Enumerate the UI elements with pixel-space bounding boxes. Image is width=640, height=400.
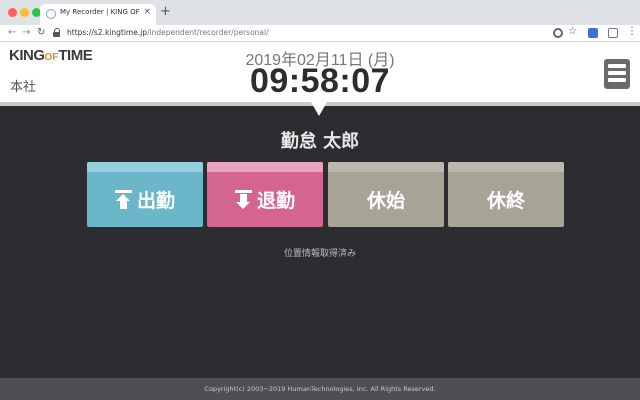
back-icon[interactable]: ←	[8, 27, 16, 39]
break-end-button[interactable]: 休終	[448, 162, 564, 227]
break-start-label: 休始	[366, 190, 405, 212]
hamburger-menu-button[interactable]	[604, 59, 630, 89]
favicon-icon	[46, 9, 56, 19]
url-path: /independent/recorder/personal/	[147, 28, 269, 37]
user-name: 勤怠 太郎	[280, 131, 360, 152]
close-window-button[interactable]	[8, 8, 17, 17]
extension-icon[interactable]	[608, 28, 618, 38]
address-bar: ← → ↻ https://s2.kingtime.jp/independent…	[0, 25, 640, 42]
app-header: KINGOFTIME 本社 2019年02月11日 (月) 09:58:07	[0, 42, 640, 102]
menu-line	[608, 64, 626, 68]
url-field[interactable]: https://s2.kingtime.jp/independent/recor…	[67, 28, 269, 37]
star-icon[interactable]: ☆	[568, 27, 578, 37]
location-status: 位置情報取得済み	[283, 249, 356, 259]
forward-icon[interactable]: →	[22, 27, 30, 39]
browser-tab[interactable]: My Recorder | KING OF TIME ×	[40, 4, 156, 25]
arrow-down-icon	[234, 190, 252, 209]
break-end-label: 休終	[486, 190, 525, 212]
tab-title: My Recorder | KING OF TIME	[60, 8, 142, 16]
current-time: 09:58:07	[249, 62, 391, 100]
clock-in-label: 出勤	[136, 190, 175, 212]
header-pointer	[311, 102, 327, 116]
clock-in-button[interactable]: 出勤	[87, 162, 203, 227]
menu-line	[608, 78, 626, 82]
footer: Copyright(c) 2003−2019 HumanTechnologies…	[0, 378, 640, 400]
clock-out-label: 退勤	[256, 190, 295, 212]
new-tab-button[interactable]: +	[160, 4, 171, 20]
browser-tab-bar: My Recorder | KING OF TIME × +	[0, 0, 640, 25]
minimize-window-button[interactable]	[20, 8, 29, 17]
location-icon[interactable]	[553, 28, 563, 38]
break-start-button[interactable]: 休始	[328, 162, 444, 227]
url-host: https://s2.kingtime.jp	[67, 28, 148, 37]
extension-icon[interactable]	[588, 28, 598, 38]
lock-icon[interactable]	[53, 28, 61, 37]
copyright-text: Copyright(c) 2003−2019 HumanTechnologies…	[204, 385, 436, 393]
reload-icon[interactable]: ↻	[37, 27, 45, 39]
menu-dots-icon[interactable]: ⋮	[627, 27, 637, 37]
menu-line	[608, 71, 626, 75]
tab-close-icon[interactable]: ×	[143, 7, 151, 17]
clock-out-button[interactable]: 退勤	[207, 162, 323, 227]
arrow-up-icon	[114, 190, 132, 209]
